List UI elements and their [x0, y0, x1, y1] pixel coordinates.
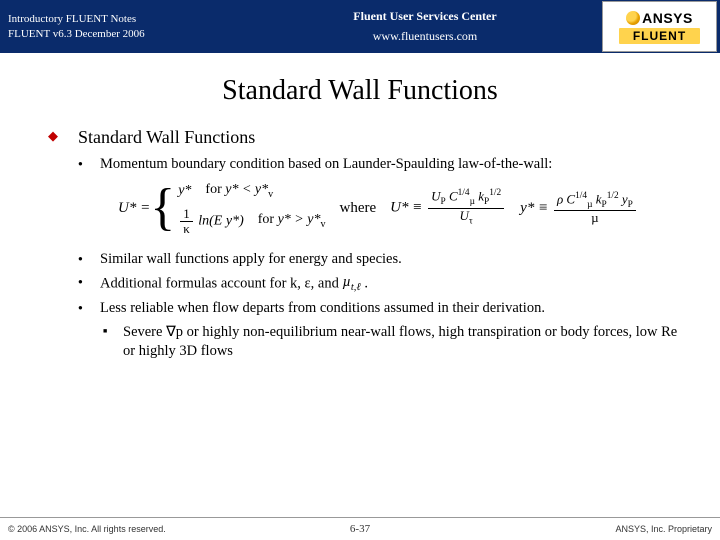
- bullet-additional: Additional formulas account for k, ε, an…: [78, 273, 692, 295]
- section-heading: Standard Wall Functions: [48, 125, 692, 149]
- copyright: © 2006 ANSYS, Inc. All rights reserved.: [8, 524, 166, 534]
- equation-ystar: y* ≡ ρ C1/4µ kP1/2 yP µ: [520, 192, 638, 225]
- logo-swirl-icon: [626, 11, 640, 25]
- header-left: Introductory FLUENT Notes FLUENT v6.3 De…: [0, 12, 248, 41]
- equation-main: U* = { y* for y* < y*v 1κ ln(E y*) for y…: [118, 181, 325, 236]
- page-number: 6-37: [350, 523, 370, 535]
- proprietary-notice: ANSYS, Inc. Proprietary: [615, 524, 712, 534]
- course-title: Introductory FLUENT Notes: [8, 12, 248, 26]
- bullet-momentum: Momentum boundary condition based on Lau…: [78, 155, 692, 175]
- logo-brand: ANSYS: [626, 10, 693, 26]
- equation-ustar: U* ≡ UP C1/4µ kP1/2 Uτ: [390, 189, 506, 227]
- mu-symbol: µt,ℓ: [342, 273, 360, 295]
- slide-header: Introductory FLUENT Notes FLUENT v6.3 De…: [0, 0, 720, 53]
- equation-row: U* = { y* for y* < y*v 1κ ln(E y*) for y…: [118, 181, 692, 236]
- bullet-less-reliable: Less reliable when flow departs from con…: [78, 299, 692, 319]
- logo-product: FLUENT: [619, 28, 700, 44]
- ansys-logo: ANSYS FLUENT: [602, 1, 717, 52]
- slide-content: Standard Wall Functions Momentum boundar…: [0, 125, 720, 362]
- slide-title: Standard Wall Functions: [0, 75, 720, 107]
- sub-bullet-conditions: Severe ∇p or highly non-equilibrium near…: [103, 323, 692, 362]
- version-date: FLUENT v6.3 December 2006: [8, 27, 248, 41]
- website-url: www.fluentusers.com: [248, 27, 602, 46]
- slide-footer: © 2006 ANSYS, Inc. All rights reserved. …: [0, 517, 720, 540]
- where-label: where: [339, 198, 376, 218]
- header-center: Fluent User Services Center www.fluentus…: [248, 7, 602, 45]
- brace-icon: {: [150, 185, 175, 232]
- bullet-energy-species: Similar wall functions apply for energy …: [78, 250, 692, 270]
- service-center: Fluent User Services Center: [248, 7, 602, 26]
